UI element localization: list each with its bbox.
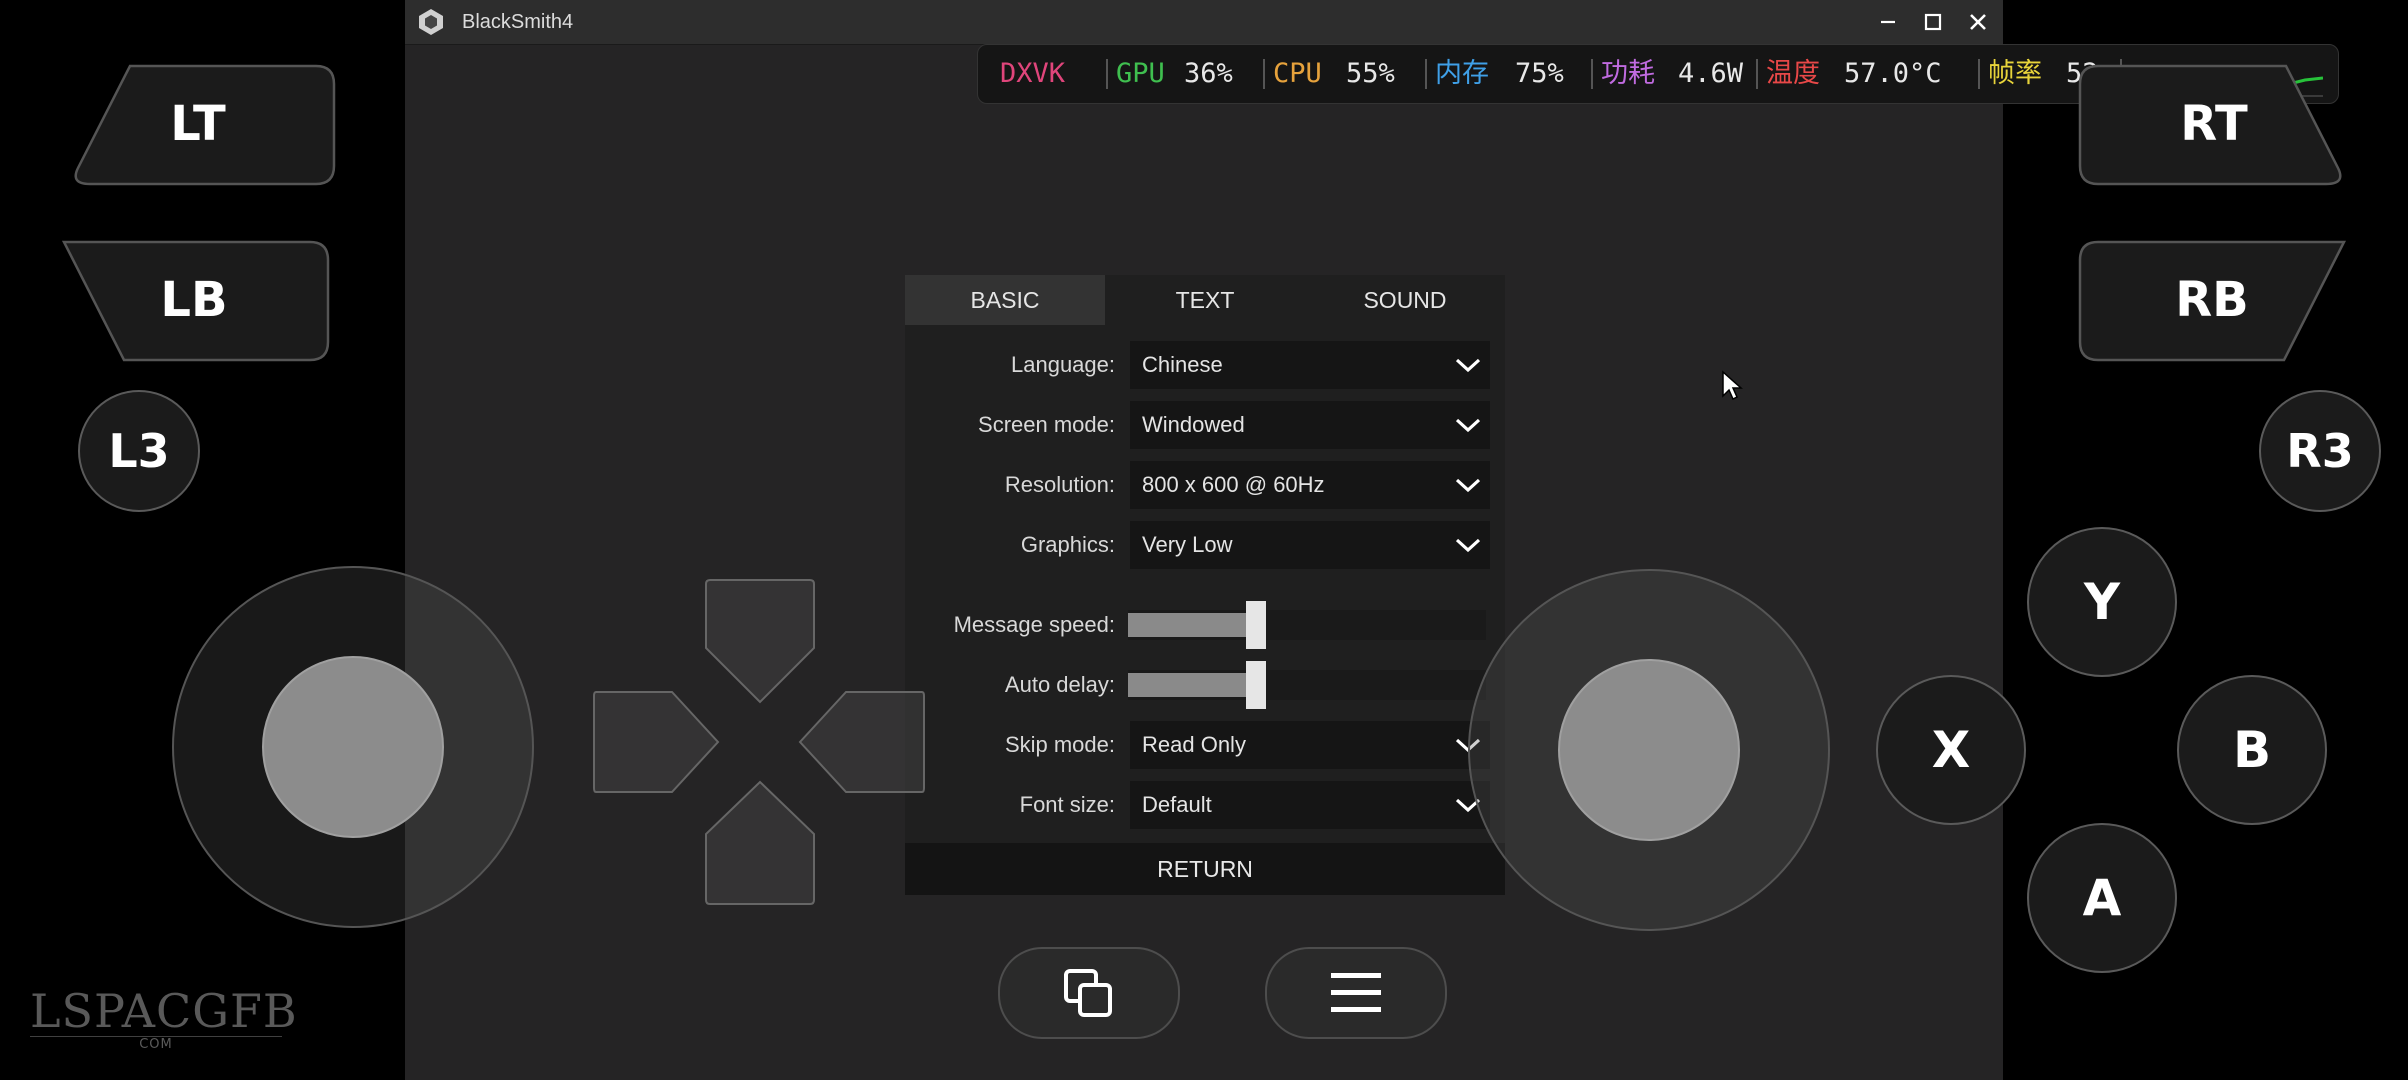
resolution-select[interactable]: 800 x 600 @ 60Hz [1130, 461, 1490, 509]
dpad [592, 578, 926, 908]
rb-label: RB [2175, 272, 2249, 328]
chevron-down-icon [1455, 358, 1481, 373]
graphics-select[interactable]: Very Low [1130, 521, 1490, 569]
tab-sound[interactable]: SOUND [1305, 275, 1505, 325]
dpad-down-button[interactable] [705, 780, 815, 905]
graphics-value: Very Low [1142, 532, 1233, 557]
chevron-down-icon [1455, 418, 1481, 433]
return-button[interactable]: RETURN [905, 843, 1505, 895]
watermark: LSPACGFB COM [30, 984, 298, 1052]
window-switch-button[interactable] [998, 947, 1180, 1039]
resolution-value: 800 x 600 @ 60Hz [1142, 472, 1325, 497]
close-button[interactable] [1963, 7, 1993, 37]
hud-gpu-label: GPU [1116, 58, 1165, 89]
skip-mode-select[interactable]: Read Only [1130, 721, 1490, 769]
hud-separator [1756, 59, 1758, 89]
hud-dxvk: DXVK [1000, 58, 1066, 89]
screen-mode-select[interactable]: Windowed [1130, 401, 1490, 449]
right-joystick-knob[interactable] [1558, 659, 1740, 841]
lt-label: LT [170, 96, 226, 152]
watermark-subtext: COM [30, 1036, 282, 1052]
maximize-button[interactable] [1918, 7, 1948, 37]
app-icon [417, 8, 445, 36]
chevron-down-icon [1455, 538, 1481, 553]
auto-delay-slider[interactable] [1128, 661, 1486, 709]
language-select[interactable]: Chinese [1130, 341, 1490, 389]
overlap-windows-icon [1064, 969, 1112, 1017]
rt-label: RT [2180, 96, 2248, 152]
hud-separator [1591, 59, 1593, 89]
resolution-label: Resolution: [1004, 472, 1115, 497]
slider-fill [1128, 613, 1246, 637]
left-joystick-knob[interactable] [262, 656, 444, 838]
font-size-select[interactable]: Default [1130, 781, 1490, 829]
hud-power-value: 4.6W [1678, 58, 1744, 89]
minimize-button[interactable] [1873, 7, 1903, 37]
lt-button[interactable]: LT [68, 64, 338, 186]
rt-button[interactable]: RT [2078, 64, 2348, 186]
minimize-icon [1881, 20, 1895, 24]
tab-text[interactable]: TEXT [1105, 275, 1305, 325]
lb-label: LB [160, 272, 227, 328]
watermark-text: LSPACGFB [30, 984, 298, 1038]
font-size-label: Font size: [1019, 792, 1115, 817]
y-button[interactable]: Y [2027, 527, 2177, 677]
dpad-up-button[interactable] [705, 579, 815, 704]
slider-fill [1128, 673, 1246, 697]
hud-memory-label: 内存 [1435, 58, 1489, 89]
slider-thumb[interactable] [1246, 601, 1266, 649]
rb-button[interactable]: RB [2078, 240, 2348, 362]
dpad-left-button[interactable] [593, 691, 720, 793]
message-speed-slider[interactable] [1128, 601, 1486, 649]
skip-mode-label: Skip mode: [1004, 732, 1115, 757]
l3-button[interactable]: L3 [78, 390, 200, 512]
hud-temp-value: 57.0°C [1844, 58, 1942, 89]
hud-fps-label: 帧率 [1988, 58, 2042, 89]
slider-thumb[interactable] [1246, 661, 1266, 709]
close-icon [1970, 14, 1986, 30]
hud-memory-value: 75% [1515, 58, 1564, 89]
title-bar: BlackSmith4 [405, 0, 2003, 45]
maximize-icon [1924, 13, 1942, 31]
hud-temp-label: 温度 [1766, 58, 1820, 89]
font-size-value: Default [1142, 792, 1212, 817]
language-label: Language: [1011, 352, 1115, 377]
window-title: BlackSmith4 [462, 11, 574, 33]
settings-dialog: BASIC TEXT SOUND Language: Chinese Scree… [905, 275, 1505, 895]
hud-power-label: 功耗 [1601, 58, 1655, 89]
hamburger-menu-icon [1331, 973, 1381, 1012]
chevron-down-icon [1455, 478, 1481, 493]
b-button[interactable]: B [2177, 675, 2327, 825]
skip-mode-value: Read Only [1142, 732, 1246, 757]
hud-cpu-label: CPU [1273, 58, 1322, 89]
hud-separator [1263, 59, 1265, 89]
graphics-label: Graphics: [1020, 532, 1115, 557]
x-button[interactable]: X [1876, 675, 2026, 825]
language-value: Chinese [1142, 352, 1223, 377]
screen-mode-value: Windowed [1142, 412, 1245, 437]
a-button[interactable]: A [2027, 823, 2177, 973]
menu-button[interactable] [1265, 947, 1447, 1039]
auto-delay-label: Auto delay: [1004, 672, 1115, 697]
hud-cpu-value: 55% [1346, 58, 1395, 89]
hud-separator [1425, 59, 1427, 89]
screen-mode-label: Screen mode: [978, 412, 1115, 437]
lb-button[interactable]: LB [62, 240, 332, 362]
hud-separator [1978, 59, 1980, 89]
tab-basic[interactable]: BASIC [905, 275, 1105, 325]
message-speed-label: Message speed: [953, 612, 1115, 637]
hud-gpu-value: 36% [1184, 58, 1233, 89]
mouse-cursor-icon [1722, 370, 1743, 401]
r3-button[interactable]: R3 [2259, 390, 2381, 512]
dpad-right-button[interactable] [798, 691, 925, 793]
hud-separator [1106, 59, 1108, 89]
